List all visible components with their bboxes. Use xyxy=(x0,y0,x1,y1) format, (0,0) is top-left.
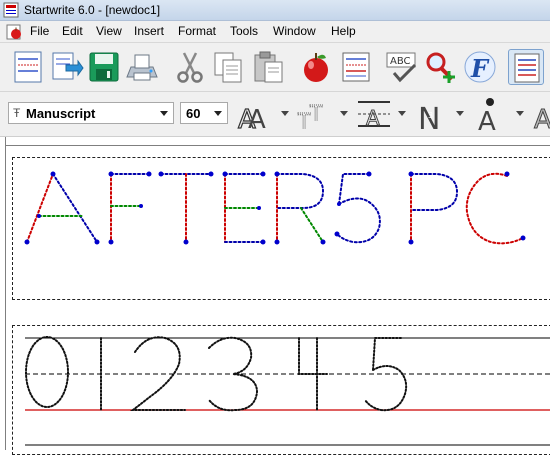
stroke-arrows-button[interactable]: N 3 xyxy=(412,96,452,132)
menu-file[interactable]: File xyxy=(30,24,49,38)
size-select[interactable]: 60 xyxy=(180,102,228,124)
svg-text:A: A xyxy=(248,105,266,132)
svg-text:T: T xyxy=(297,109,311,132)
open-button[interactable] xyxy=(48,49,84,85)
menu-insert[interactable]: Insert xyxy=(134,24,164,38)
menu-format[interactable]: Format xyxy=(178,24,216,38)
page-lines-icon xyxy=(342,52,370,82)
letter-style-dropdown-icon[interactable] xyxy=(281,109,289,117)
menu-view[interactable]: View xyxy=(96,24,122,38)
guide-line-dropdown-icon[interactable] xyxy=(398,109,406,117)
find-replace-icon xyxy=(426,52,455,83)
document-canvas[interactable] xyxy=(0,137,550,455)
font-type-icon: Ŧ xyxy=(13,106,21,120)
spell-check-button[interactable]: ABC xyxy=(384,49,420,85)
svg-text:A: A xyxy=(366,106,380,130)
print-icon xyxy=(126,54,158,81)
size-select-value: 60 xyxy=(186,106,201,121)
title-bar: Startwrite 6.0 - [newdoc1] xyxy=(0,0,550,21)
svg-text:A: A xyxy=(534,105,550,132)
guide-line-a-icon: A xyxy=(358,101,390,131)
dotted-t-icon: T T xyxy=(297,101,324,133)
chevron-down-icon xyxy=(160,111,168,116)
shaded-a-icon: A xyxy=(534,105,550,133)
page-left-edge xyxy=(5,137,6,450)
letter-a-style-icon: A A xyxy=(237,104,266,132)
document-apple-icon[interactable] xyxy=(6,24,22,40)
menu-bar: File Edit View Insert Format Tools Windo… xyxy=(0,21,550,43)
letter-style-button[interactable]: A A xyxy=(236,96,284,132)
menu-help[interactable]: Help xyxy=(331,24,356,38)
copy-button[interactable] xyxy=(210,49,246,85)
dotted-digits-line2 xyxy=(25,336,550,446)
paste-button[interactable] xyxy=(250,49,286,85)
font-select[interactable]: Ŧ Manuscript xyxy=(8,102,174,124)
guide-lines-button[interactable] xyxy=(508,49,544,85)
stroke-arrows-dropdown-icon[interactable] xyxy=(456,109,464,117)
font-button[interactable]: F xyxy=(462,49,498,85)
chevron-down-icon xyxy=(214,111,222,116)
cut-button[interactable] xyxy=(172,49,208,85)
apple-button[interactable] xyxy=(298,49,334,85)
paste-icon xyxy=(254,51,283,83)
start-dot-a-icon: A xyxy=(478,98,496,132)
window-title: Startwrite 6.0 - [newdoc1] xyxy=(24,3,161,17)
font-f-icon: F xyxy=(464,51,496,83)
cut-scissors-icon xyxy=(177,52,203,83)
dot-density-dropdown-icon[interactable] xyxy=(340,109,348,117)
new-document-button[interactable] xyxy=(10,49,46,85)
copy-icon xyxy=(214,52,242,83)
text-box-line2[interactable] xyxy=(12,325,550,455)
dot-density-button[interactable]: T T xyxy=(294,96,338,133)
app-logo-icon xyxy=(3,2,19,18)
font-select-value: Manuscript xyxy=(26,106,96,121)
find-replace-button[interactable] xyxy=(422,49,458,85)
format-toolbar: Ŧ Manuscript 60 A A T T A N 3 A A xyxy=(0,92,550,137)
save-button[interactable] xyxy=(86,49,122,85)
dotted-letters-line1 xyxy=(24,171,526,245)
guide-line-button[interactable]: A xyxy=(352,96,396,132)
menu-edit[interactable]: Edit xyxy=(62,24,83,38)
main-toolbar: ABC F xyxy=(0,43,550,92)
start-dot-dropdown-icon[interactable] xyxy=(516,109,524,117)
page-top-edge xyxy=(5,145,550,146)
svg-text:A: A xyxy=(478,107,496,132)
stroke-arrow-n-icon: N 3 xyxy=(418,102,440,132)
svg-text:F: F xyxy=(470,54,490,83)
new-document-icon xyxy=(14,51,42,83)
start-dot-button[interactable]: A xyxy=(470,96,510,132)
page-lines-button[interactable] xyxy=(338,49,374,85)
open-folder-icon xyxy=(52,52,84,80)
spell-check-icon: ABC xyxy=(386,52,417,83)
text-box-line1[interactable] xyxy=(12,157,550,300)
svg-text:ABC: ABC xyxy=(390,56,411,67)
menu-window[interactable]: Window xyxy=(273,24,316,38)
shading-button[interactable]: A xyxy=(530,96,550,133)
svg-text:3: 3 xyxy=(428,111,433,120)
svg-text:T: T xyxy=(309,101,323,125)
print-button[interactable] xyxy=(124,49,160,85)
menu-tools[interactable]: Tools xyxy=(230,24,258,38)
apple-icon xyxy=(304,53,328,82)
save-disk-icon xyxy=(89,52,119,82)
guide-lines-icon xyxy=(514,53,540,83)
